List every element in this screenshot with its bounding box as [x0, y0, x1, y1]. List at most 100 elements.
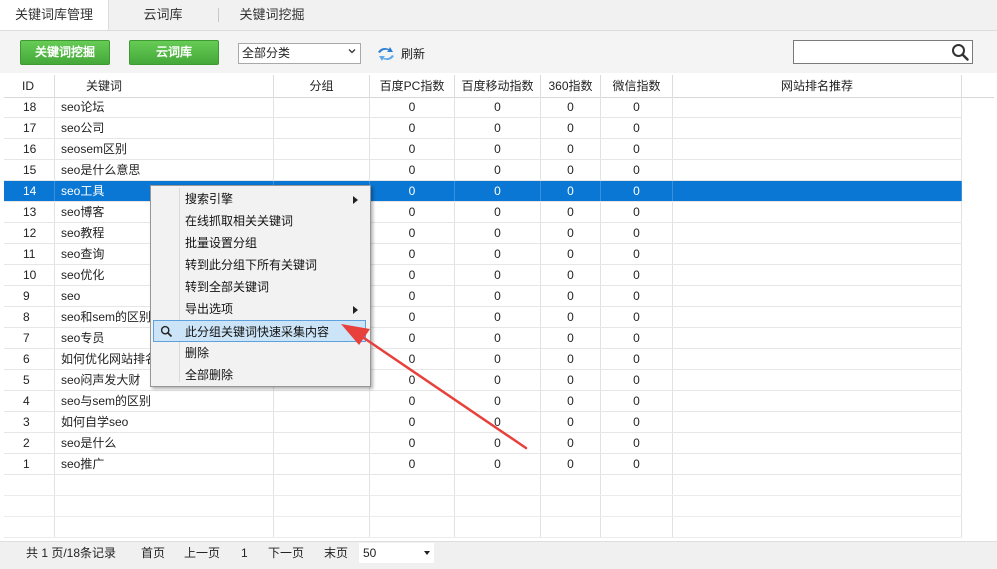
current-page-number[interactable]: 1	[241, 542, 248, 566]
table-row[interactable]: 10 seo优化 0 0 0 0	[4, 265, 962, 286]
cell-id: 3	[4, 412, 55, 432]
cell-baidu-pc: 0	[370, 244, 455, 264]
cell-360: 0	[541, 412, 601, 432]
cell-baidu-pc: 0	[370, 391, 455, 411]
cell-baidu-pc: 0	[370, 202, 455, 222]
menu-item-search-engine[interactable]: 搜索引擎	[153, 188, 366, 210]
table-row[interactable]: 16 seosem区别 0 0 0 0	[4, 139, 962, 160]
cell-wechat: 0	[601, 160, 673, 180]
column-header-site-rank[interactable]: 网站排名推荐	[673, 75, 962, 97]
cell-empty	[541, 496, 601, 516]
menu-item-goto-all-keywords[interactable]: 转到全部关键词	[153, 276, 366, 298]
search-input[interactable]	[796, 42, 936, 60]
cell-wechat: 0	[601, 370, 673, 390]
cell-site-rank	[673, 202, 962, 222]
cell-baidu-mobile: 0	[455, 391, 541, 411]
cloud-library-button[interactable]: 云词库	[129, 40, 219, 65]
table-header: ID 关键词 分组 百度PC指数 百度移动指数 360指数 微信指数 网站排名推…	[4, 75, 994, 98]
cell-baidu-mobile: 0	[455, 139, 541, 159]
column-header-group[interactable]: 分组	[274, 75, 370, 97]
cell-empty	[4, 517, 55, 537]
cell-site-rank	[673, 349, 962, 369]
cell-360: 0	[541, 286, 601, 306]
cell-id: 5	[4, 370, 55, 390]
table-row[interactable]: 7 seo专员 0 0 0 0	[4, 328, 962, 349]
tab-keyword-library[interactable]: 关键词库管理	[0, 0, 109, 30]
category-select[interactable]: 全部分类	[238, 43, 361, 64]
column-header-wechat[interactable]: 微信指数	[601, 75, 673, 97]
cell-empty	[541, 475, 601, 495]
table-row[interactable]: 13 seo博客 0 0 0 0	[4, 202, 962, 223]
table-row[interactable]: 12 seo教程 0 0 0 0	[4, 223, 962, 244]
tab-cloud-library[interactable]: 云词库	[110, 0, 216, 30]
cell-baidu-mobile: 0	[455, 370, 541, 390]
cell-wechat: 0	[601, 97, 673, 117]
menu-item-export-options[interactable]: 导出选项	[153, 298, 366, 320]
table-row[interactable]: 3 如何自学seo 0 0 0 0	[4, 412, 962, 433]
cell-baidu-pc: 0	[370, 181, 455, 201]
prev-page-link[interactable]: 上一页	[184, 542, 220, 566]
cell-id: 10	[4, 265, 55, 285]
search-icon[interactable]	[951, 43, 969, 61]
tab-keyword-mining[interactable]: 关键词挖掘	[220, 0, 324, 30]
column-header-keyword[interactable]: 关键词	[55, 75, 274, 97]
cell-baidu-pc: 0	[370, 223, 455, 243]
keyword-mining-button[interactable]: 关键词挖掘	[20, 40, 110, 65]
first-page-link[interactable]: 首页	[141, 542, 165, 566]
tab-divider	[218, 8, 219, 22]
menu-item-delete-all[interactable]: 全部删除	[153, 364, 366, 386]
column-header-baidu-mobile[interactable]: 百度移动指数	[455, 75, 541, 97]
cell-empty	[370, 475, 455, 495]
cell-id: 8	[4, 307, 55, 327]
cell-empty	[274, 517, 370, 537]
next-page-link[interactable]: 下一页	[268, 542, 304, 566]
cell-baidu-pc: 0	[370, 349, 455, 369]
column-header-id[interactable]: ID	[4, 75, 55, 97]
tab-bar: 关键词库管理 云词库 关键词挖掘	[0, 0, 997, 31]
table-row[interactable]: 18 seo论坛 0 0 0 0	[4, 97, 962, 118]
cell-360: 0	[541, 454, 601, 474]
table-row[interactable]: 1 seo推广 0 0 0 0	[4, 454, 962, 475]
cell-baidu-pc: 0	[370, 370, 455, 390]
cell-site-rank	[673, 244, 962, 264]
menu-item-goto-group-keywords[interactable]: 转到此分组下所有关键词	[153, 254, 366, 276]
page-size-select[interactable]: 50	[359, 543, 434, 563]
cell-wechat: 0	[601, 349, 673, 369]
cell-wechat: 0	[601, 328, 673, 348]
cell-keyword: seo与sem的区别	[55, 391, 274, 411]
column-header-360[interactable]: 360指数	[541, 75, 601, 97]
table-row[interactable]: 8 seo和sem的区别 0 0 0 0	[4, 307, 962, 328]
menu-item-quick-collect[interactable]: 此分组关键词快速采集内容	[153, 320, 366, 342]
table-row-empty	[4, 517, 962, 538]
table-row[interactable]: 11 seo查询 0 0 0 0	[4, 244, 962, 265]
cell-wechat: 0	[601, 244, 673, 264]
cell-empty	[55, 475, 274, 495]
last-page-link[interactable]: 末页	[324, 542, 348, 566]
table-row[interactable]: 6 如何优化网站排名 0 0 0 0	[4, 349, 962, 370]
cell-baidu-mobile: 0	[455, 328, 541, 348]
column-header-baidu-pc[interactable]: 百度PC指数	[370, 75, 455, 97]
cell-baidu-mobile: 0	[455, 412, 541, 432]
menu-item-fetch-related[interactable]: 在线抓取相关关键词	[153, 210, 366, 232]
table-row-selected[interactable]: 14 seo工具 0 0 0 0	[4, 181, 962, 202]
cell-baidu-mobile: 0	[455, 454, 541, 474]
cell-wechat: 0	[601, 202, 673, 222]
cell-360: 0	[541, 433, 601, 453]
cell-empty	[601, 475, 673, 495]
cell-site-rank	[673, 433, 962, 453]
cell-360: 0	[541, 244, 601, 264]
table-row[interactable]: 5 seo闷声发大财 0 0 0 0	[4, 370, 962, 391]
menu-item-batch-group[interactable]: 批量设置分组	[153, 232, 366, 254]
table-row[interactable]: 9 seo 0 0 0 0	[4, 286, 962, 307]
table-row[interactable]: 2 seo是什么 0 0 0 0	[4, 433, 962, 454]
cell-id: 15	[4, 160, 55, 180]
cell-baidu-pc: 0	[370, 412, 455, 432]
cell-site-rank	[673, 391, 962, 411]
cell-site-rank	[673, 118, 962, 138]
table-row[interactable]: 4 seo与sem的区别 0 0 0 0	[4, 391, 962, 412]
cell-empty	[601, 496, 673, 516]
menu-item-delete[interactable]: 删除	[153, 342, 366, 364]
table-row[interactable]: 17 seo公司 0 0 0 0	[4, 118, 962, 139]
table-row[interactable]: 15 seo是什么意思 0 0 0 0	[4, 160, 962, 181]
search-box[interactable]	[793, 40, 973, 64]
